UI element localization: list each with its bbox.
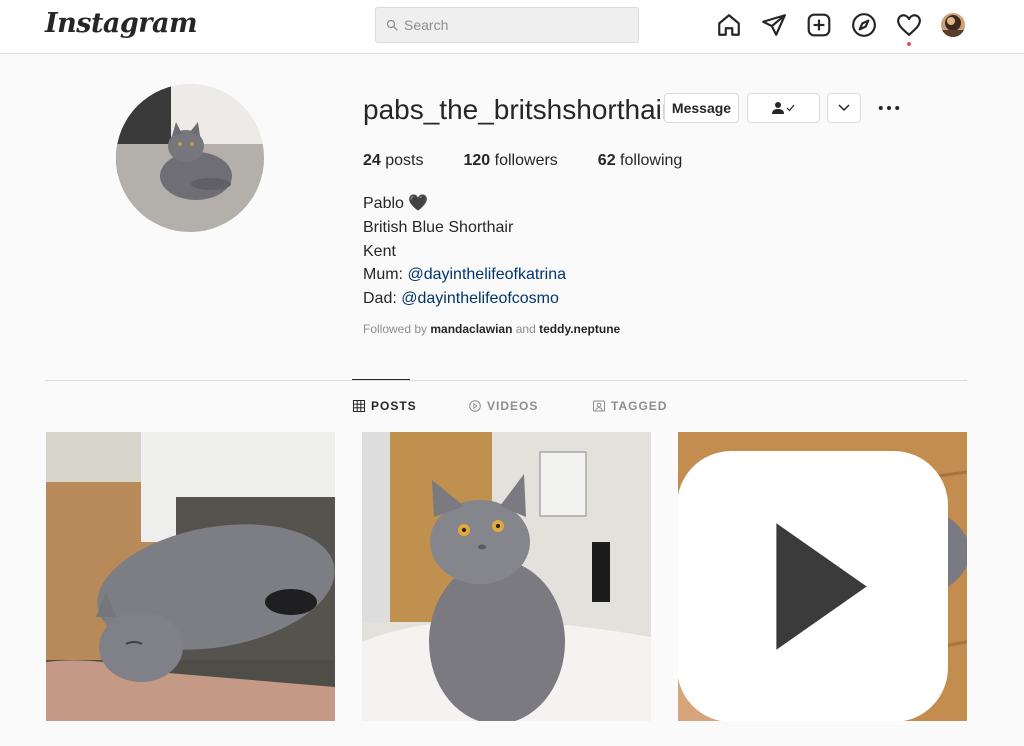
following-button[interactable] <box>747 93 820 123</box>
followers-link[interactable]: 120 followers <box>464 152 558 170</box>
sleeping-cat-photo <box>46 432 335 721</box>
followers-count-label: followers <box>494 152 558 169</box>
post-thumbnail[interactable] <box>678 432 967 721</box>
chevron-down-icon <box>838 104 850 112</box>
user-check-icon <box>771 102 794 114</box>
followed-by-user-2[interactable]: teddy.neptune <box>539 322 620 336</box>
search-icon <box>386 19 398 31</box>
following-count-value: 62 <box>597 152 616 169</box>
top-nav-bar: Instagram <box>0 0 1024 54</box>
home-icon[interactable] <box>716 12 742 38</box>
followers-count-value: 120 <box>463 152 491 169</box>
following-count-label: following <box>620 152 683 169</box>
posts-count-value: 24 <box>363 152 381 169</box>
profile-bio: Pablo 🖤 British Blue Shorthair Kent Mum:… <box>363 192 566 311</box>
posts-count: 24 posts <box>363 152 424 170</box>
tab-videos[interactable]: VIDEOS <box>469 399 538 413</box>
bio-name: Pablo <box>363 195 404 212</box>
tab-posts[interactable]: POSTS <box>353 399 417 413</box>
bio-mum-prefix: Mum: <box>363 266 408 284</box>
bio-dad-line: Dad: @dayinthelifeofcosmo <box>363 287 566 311</box>
tab-tagged-label: TAGGED <box>611 399 668 413</box>
active-tab-indicator <box>352 379 410 380</box>
bio-mum-line: Mum: @dayinthelifeofkatrina <box>363 263 566 287</box>
followed-by-user-1[interactable]: mandaclawian <box>430 322 512 336</box>
tab-videos-label: VIDEOS <box>487 399 539 413</box>
tab-tagged[interactable]: TAGGED <box>593 399 667 413</box>
play-circle-icon <box>469 400 481 412</box>
followed-by-prefix: Followed by <box>363 322 431 336</box>
tabs-divider <box>45 380 967 381</box>
bio-name-line: Pablo 🖤 <box>363 192 566 216</box>
explore-icon[interactable] <box>851 12 877 38</box>
posts-count-label: posts <box>385 152 424 169</box>
more-dots-icon <box>878 105 900 111</box>
bio-dad-prefix: Dad: <box>363 290 402 308</box>
tab-posts-label: POSTS <box>371 399 417 413</box>
instagram-logo[interactable]: Instagram <box>45 8 198 39</box>
direct-message-icon[interactable] <box>761 12 787 38</box>
followed-by-text[interactable]: Followed by mandaclawian and teddy.neptu… <box>363 322 620 336</box>
notification-dot <box>907 42 911 46</box>
new-post-icon[interactable] <box>806 12 832 38</box>
more-options-button[interactable] <box>875 97 903 119</box>
nav-icons <box>716 12 965 46</box>
tagged-user-icon <box>593 400 605 412</box>
black-heart-emoji: 🖤 <box>408 195 429 212</box>
video-reel-icon <box>678 451 948 721</box>
following-link[interactable]: 62 following <box>598 152 683 170</box>
mum-handle-link[interactable]: @dayinthelifeofkatrina <box>407 266 566 283</box>
post-thumbnail[interactable] <box>362 432 651 721</box>
message-button[interactable]: Message <box>664 93 739 123</box>
dad-handle-link[interactable]: @dayinthelifeofcosmo <box>401 290 559 307</box>
profile-avatar[interactable] <box>941 13 965 37</box>
search-box[interactable] <box>375 7 639 43</box>
profile-stats: 24 posts 120 followers 62 following <box>363 152 722 170</box>
activity-heart-icon[interactable] <box>896 12 922 46</box>
profile-picture[interactable] <box>116 84 264 232</box>
search-input[interactable] <box>404 17 624 33</box>
profile-username: pabs_the_britshshorthair <box>363 94 672 125</box>
bio-breed: British Blue Shorthair <box>363 218 514 236</box>
suggested-accounts-dropdown[interactable] <box>827 93 861 123</box>
followed-by-joiner: and <box>512 322 540 336</box>
bio-location: Kent <box>363 242 396 260</box>
sitting-cat-photo <box>362 432 651 721</box>
profile-tabs: POSTS VIDEOS TAGGED <box>0 399 1024 415</box>
grid-icon <box>353 400 365 412</box>
post-thumbnail[interactable] <box>46 432 335 721</box>
